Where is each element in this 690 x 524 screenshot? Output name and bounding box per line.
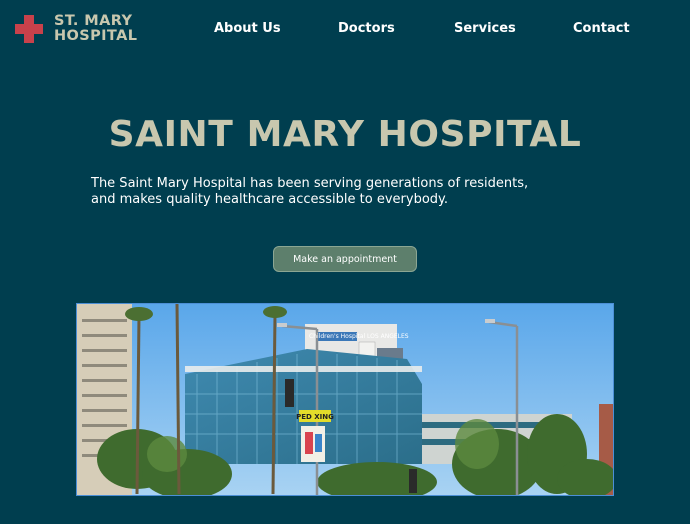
page: ST. MARY HOSPITAL About Us Doctors Servi… [0, 0, 690, 524]
main-nav: About Us Doctors Services Contact [0, 20, 690, 40]
nav-doctors[interactable]: Doctors [338, 20, 395, 38]
hero-subtitle-line-1: The Saint Mary Hospital has been serving… [91, 176, 529, 191]
ped-xing-sign-text: PED XING [296, 413, 334, 421]
nav-services[interactable]: Services [454, 20, 516, 38]
building-sign-text: Children's Hospital LOS ANGELES [309, 333, 409, 340]
hero-title: SAINT MARY HOSPITAL [108, 114, 582, 155]
nav-contact[interactable]: Contact [573, 20, 630, 38]
nav-about-us[interactable]: About Us [214, 20, 281, 38]
hero-subtitle: The Saint Mary Hospital has been serving… [91, 176, 621, 207]
hero-subtitle-line-2: and makes quality healthcare accessible … [91, 191, 448, 207]
hospital-building-photo: PED XING Children's Hospital LOS ANGELES [76, 303, 614, 496]
make-appointment-button[interactable]: Make an appointment [273, 246, 417, 272]
